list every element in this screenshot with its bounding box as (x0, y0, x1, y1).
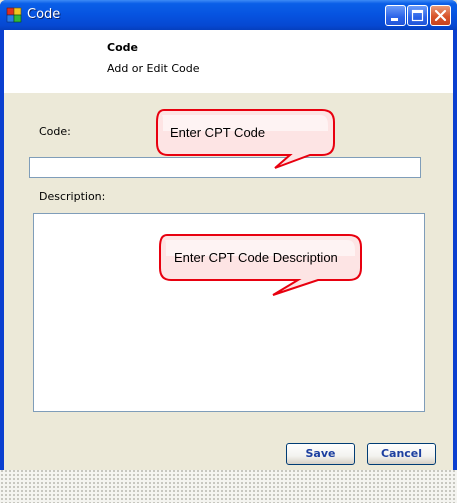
maximize-button[interactable] (407, 5, 428, 26)
window-title: Code (27, 7, 61, 22)
cancel-button[interactable]: Cancel (367, 443, 436, 465)
header-subtitle: Add or Edit Code (107, 62, 200, 75)
dialog-header: Code Add or Edit Code (4, 30, 453, 93)
description-hint-callout (159, 234, 362, 296)
desktop-background (0, 465, 457, 503)
save-button[interactable]: Save (286, 443, 355, 465)
header-title: Code (107, 41, 138, 54)
minimize-icon (391, 18, 398, 21)
close-button[interactable] (430, 5, 451, 26)
code-label: Code: (39, 125, 71, 138)
code-hint-text: Enter CPT Code (170, 125, 266, 140)
maximize-icon (411, 9, 424, 22)
description-hint-text: Enter CPT Code Description (174, 250, 338, 265)
minimize-button[interactable] (385, 5, 406, 26)
code-hint-callout (156, 109, 335, 169)
title-bar[interactable]: Code (0, 0, 457, 30)
close-icon (434, 9, 447, 22)
app-icon (6, 7, 22, 23)
description-label: Description: (39, 190, 106, 203)
